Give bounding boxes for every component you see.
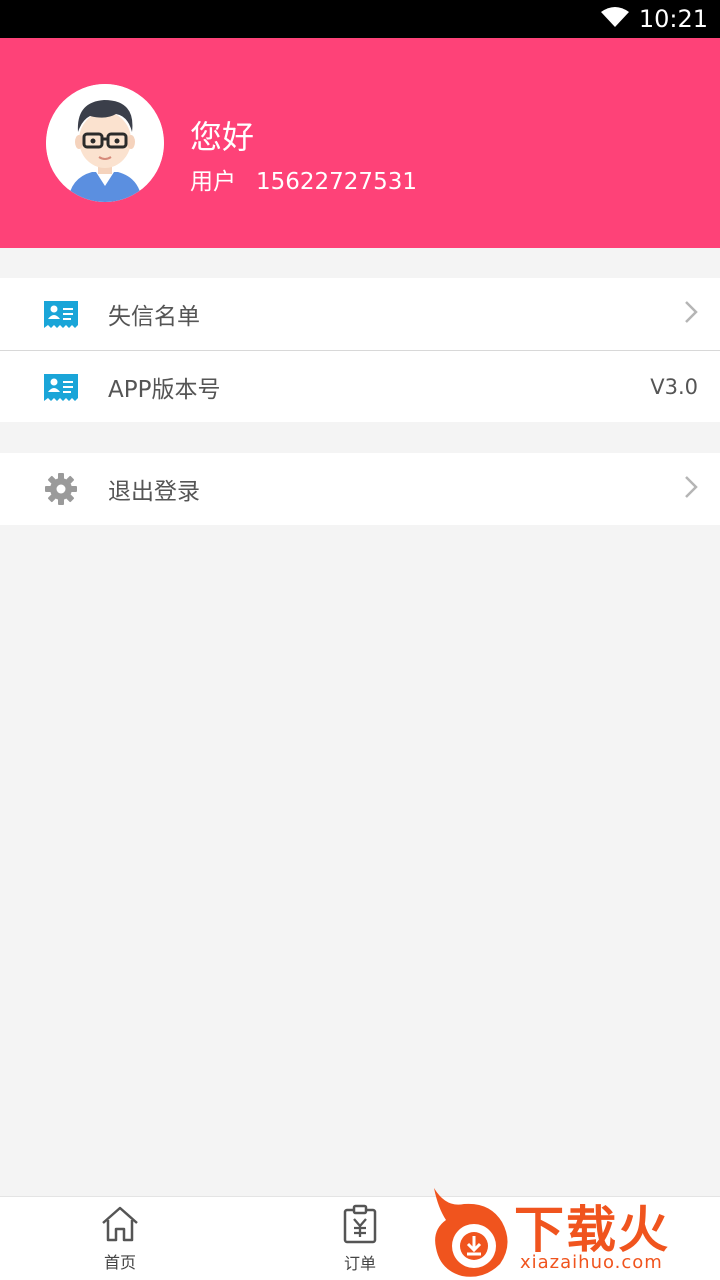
watermark-logo: 下载火 xiazaihuo.com — [428, 1186, 720, 1280]
nav-item-orders[interactable]: 订单 — [300, 1197, 420, 1280]
menu-item-label: 退出登录 — [108, 479, 200, 505]
menu-group-info: 失信名单 APP版本号 V3.0 — [0, 278, 720, 422]
gear-icon — [44, 473, 78, 505]
profile-header: 您好 用户 15622727531 — [0, 38, 720, 248]
menu-item-app-version[interactable]: APP版本号 V3.0 — [0, 350, 720, 422]
nav-label: 订单 — [343, 1254, 376, 1273]
menu-item-label: 失信名单 — [108, 304, 200, 330]
avatar-image — [46, 84, 164, 202]
avatar[interactable] — [46, 84, 164, 202]
user-label: 用户 — [190, 169, 236, 195]
menu-group-account: 退出登录 — [0, 453, 720, 525]
chevron-right-icon — [684, 300, 698, 328]
wifi-icon — [600, 6, 629, 32]
nav-item-home[interactable]: 首页 — [60, 1197, 180, 1280]
status-time: 10:21 — [638, 5, 708, 33]
home-icon — [100, 1205, 140, 1247]
menu-item-logout[interactable]: 退出登录 — [0, 453, 720, 525]
app-version-value: V3.0 — [650, 374, 698, 399]
user-info: 用户 15622727531 — [190, 162, 417, 196]
status-bar: 10:21 — [0, 0, 720, 38]
chevron-right-icon — [684, 475, 698, 503]
greeting-text: 您好 — [190, 118, 255, 156]
menu-item-label: APP版本号 — [108, 376, 221, 403]
user-phone: 15622727531 — [256, 169, 417, 195]
id-card-icon — [44, 372, 78, 402]
menu-item-blacklist[interactable]: 失信名单 — [0, 278, 720, 350]
flame-logo-icon — [434, 1188, 508, 1277]
nav-label: 首页 — [103, 1253, 136, 1272]
watermark-url: xiazaihuo.com — [520, 1252, 663, 1273]
order-clipboard-icon — [342, 1204, 378, 1248]
id-card-icon — [44, 299, 78, 329]
